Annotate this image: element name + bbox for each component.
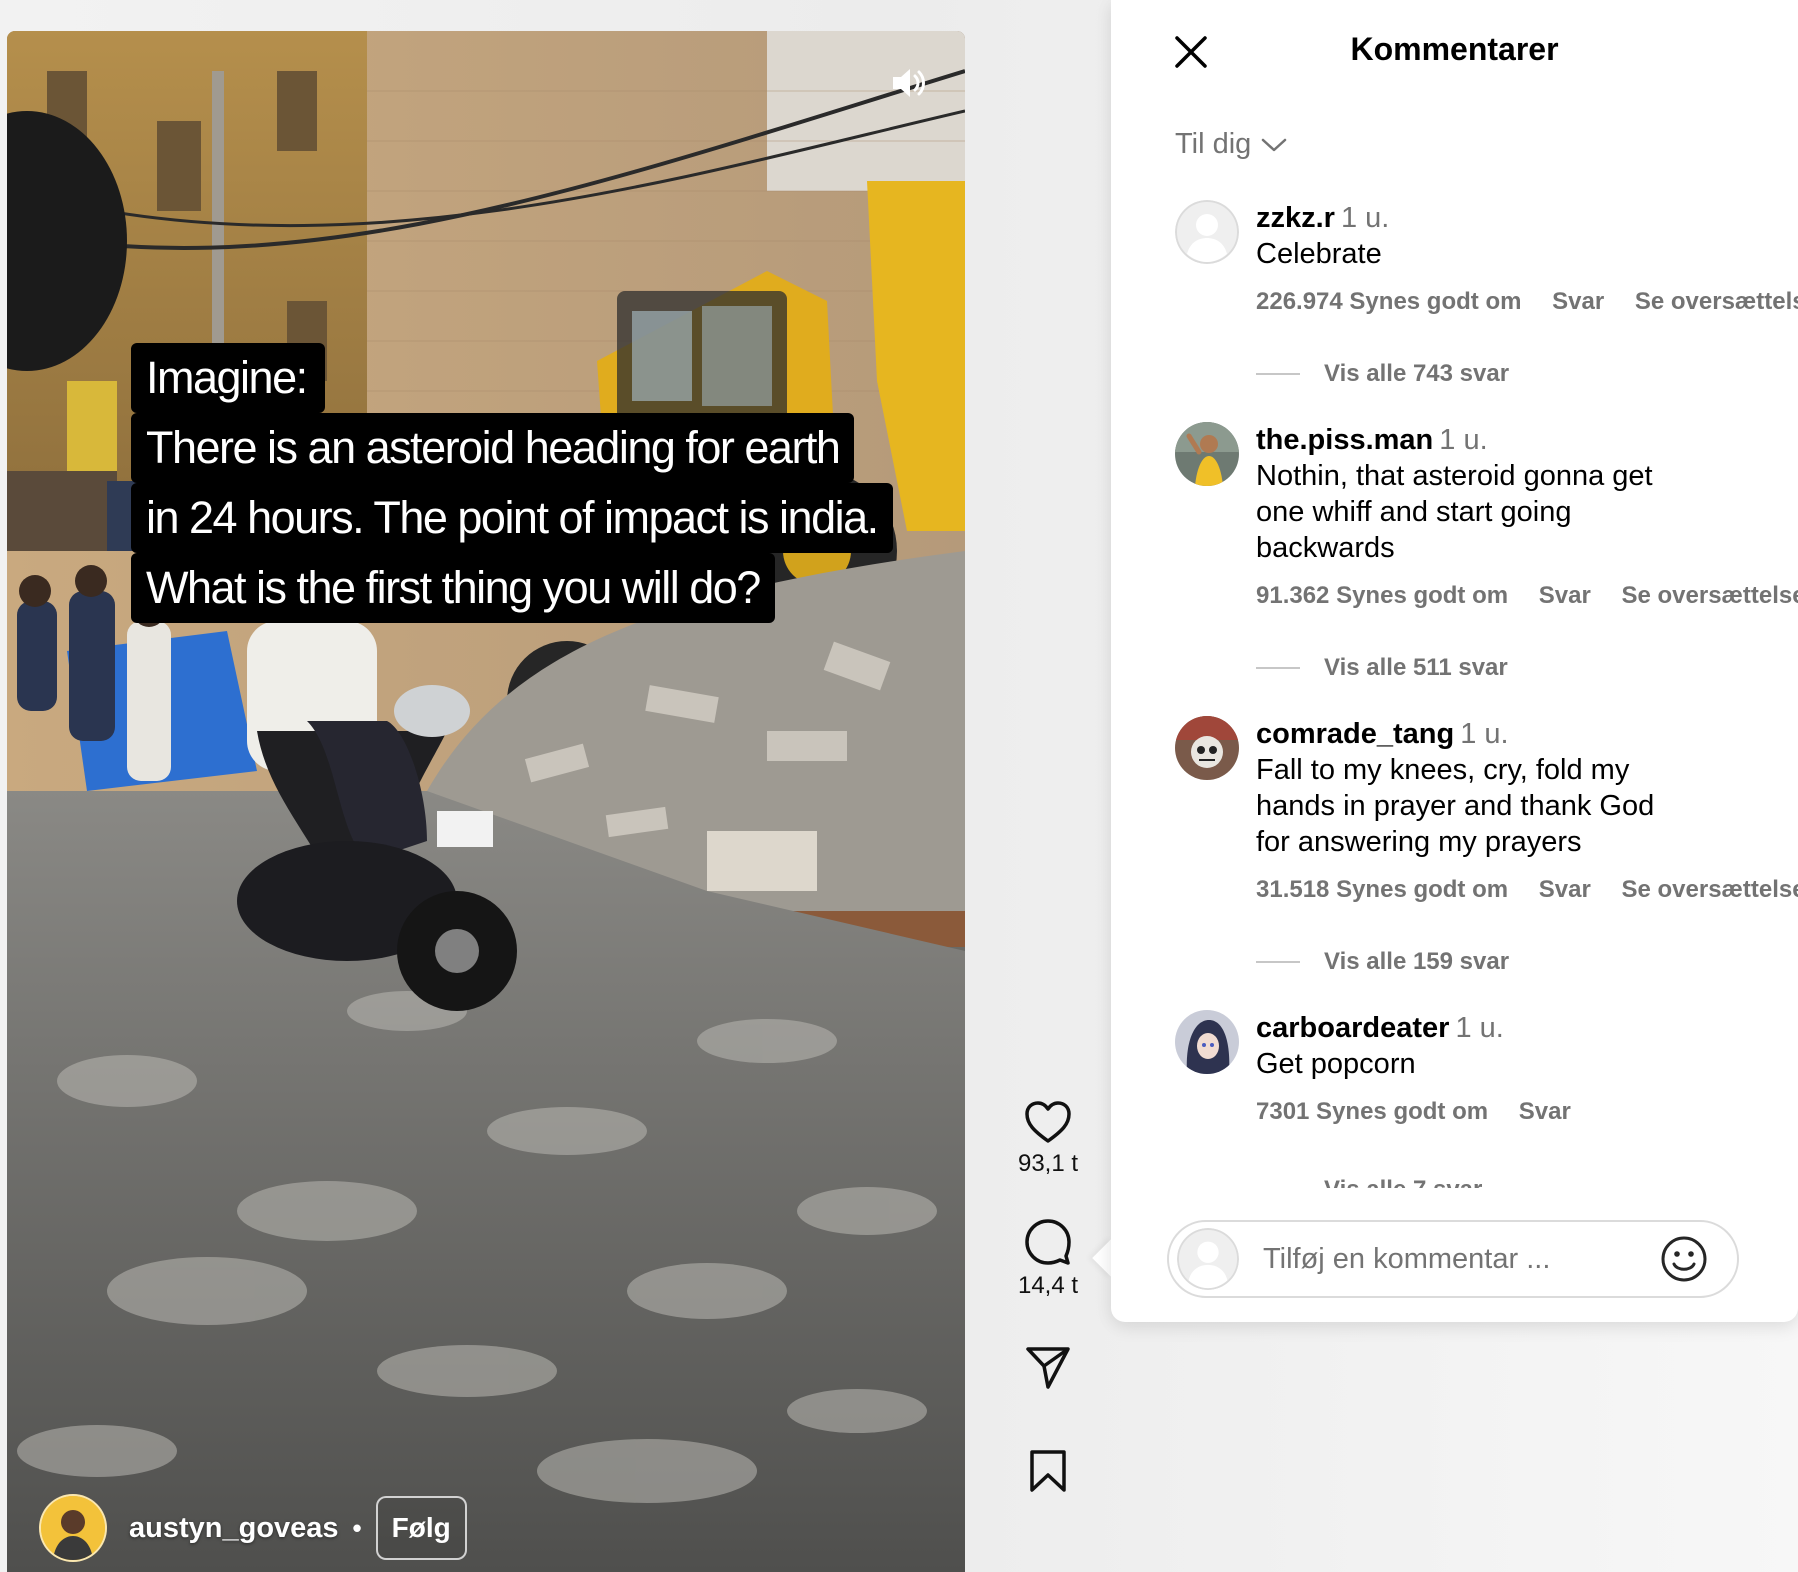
view-replies-label: Vis alle 7 svar (1324, 1176, 1482, 1188)
comment-like-count[interactable]: 226.974 Synes godt om (1256, 288, 1521, 315)
comment-username[interactable]: comrade_tang (1256, 718, 1454, 750)
comment-time: 1 u. (1439, 424, 1488, 456)
comment-time: 1 u. (1460, 718, 1509, 750)
comment-like-count[interactable]: 7301 Synes godt om (1256, 1098, 1488, 1125)
current-user-avatar (1177, 1228, 1239, 1290)
reels-page: Imagine: There is an asteroid heading fo… (0, 0, 1798, 1572)
comment-text: Celebrate (1256, 238, 1382, 270)
comment-header: carboardeater 1 u. (1256, 1010, 1696, 1046)
comment-body: carboardeater 1 u. Get popcorn 7301 Synes… (1256, 1010, 1696, 1126)
view-replies-label: Vis alle 511 svar (1324, 654, 1508, 681)
translate-button[interactable]: Se oversættelse (1621, 876, 1798, 903)
comment-meta: 7301 Synes godt om Svar (1256, 1098, 1696, 1126)
sort-label: Til dig (1175, 128, 1252, 160)
reply-button[interactable]: Svar (1552, 288, 1604, 315)
comments-list: zzkz.r 1 u. Celebrate 226.974 Synes godt … (1111, 200, 1798, 1188)
save-action[interactable] (1000, 1448, 1096, 1494)
view-replies-label: Vis alle 159 svar (1324, 948, 1510, 975)
video-caption: Imagine: There is an asteroid heading fo… (131, 343, 893, 623)
caption-line: What is the first thing you will do? (131, 553, 775, 623)
video-frame (7, 31, 965, 1572)
reply-button[interactable]: Svar (1539, 876, 1591, 903)
avatar-image (1175, 716, 1239, 780)
comment-header: the.piss.man 1 u. (1256, 422, 1696, 458)
comment-username[interactable]: carboardeater (1256, 1012, 1449, 1044)
translate-button[interactable]: Se oversættelse (1635, 288, 1798, 315)
translate-button[interactable]: Se oversættelse (1621, 582, 1798, 609)
reply-button[interactable]: Svar (1539, 582, 1591, 609)
caption-line: There is an asteroid heading for earth (131, 413, 855, 483)
comment-composer (1167, 1220, 1739, 1298)
sort-dropdown[interactable]: Til dig (1175, 128, 1287, 161)
comment-username[interactable]: zzkz.r (1256, 202, 1335, 234)
comment-like-count[interactable]: 91.362 Synes godt om (1256, 582, 1508, 609)
comment-meta: 31.518 Synes godt om Svar Se oversættels… (1256, 876, 1798, 904)
follow-button[interactable]: Følg (375, 1496, 467, 1560)
comment-input[interactable] (1261, 1241, 1645, 1277)
comment-header: comrade_tang 1 u. (1256, 716, 1696, 752)
comment-like-count[interactable]: 31.518 Synes godt om (1256, 876, 1508, 903)
comment-body: the.piss.man 1 u. Nothin, that asteroid g… (1256, 422, 1798, 610)
comment-count: 14,4 t (1017, 1272, 1079, 1299)
reel-author: austyn_goveas • Følg (39, 1492, 467, 1564)
chevron-down-icon (1262, 138, 1287, 151)
comment-text: Get popcorn (1256, 1048, 1416, 1080)
reply-button[interactable]: Svar (1519, 1098, 1571, 1125)
replies-divider (1256, 961, 1300, 963)
comment-icon (1025, 1219, 1071, 1265)
view-replies-button[interactable]: Vis alle 743 svar (1256, 360, 1509, 388)
comment-meta: 91.362 Synes godt om Svar Se oversættels… (1256, 582, 1798, 610)
replies-divider (1256, 373, 1300, 375)
author-avatar[interactable] (39, 1494, 107, 1562)
comments-panel: Kommentarer Til dig zzkz.r 1 u. Celebrat… (1111, 0, 1798, 1322)
view-replies-button[interactable]: Vis alle 7 svar (1256, 1176, 1482, 1188)
comment-time: 1 u. (1455, 1012, 1504, 1044)
reel-video[interactable]: Imagine: There is an asteroid heading fo… (7, 31, 965, 1572)
avatar-image (1175, 1010, 1239, 1074)
emoji-icon[interactable] (1659, 1234, 1709, 1284)
speaker-icon (893, 69, 925, 97)
author-username[interactable]: austyn_goveas (129, 1512, 339, 1545)
share-icon (1026, 1347, 1070, 1389)
like-action[interactable]: 93,1 t (1000, 1100, 1096, 1178)
action-rail: 93,1 t 14,4 t (1000, 1100, 1096, 1494)
panel-title: Kommentarer (1350, 31, 1559, 67)
author-avatar-image (41, 1496, 105, 1560)
caption-line: Imagine: (131, 343, 325, 413)
comment-action[interactable]: 14,4 t (1000, 1218, 1096, 1300)
like-count: 93,1 t (1017, 1150, 1079, 1177)
author-separator: • (352, 1512, 362, 1543)
comment-username[interactable]: the.piss.man (1256, 424, 1433, 456)
commenter-avatar[interactable] (1175, 716, 1239, 780)
comment-text: Fall to my knees, cry, fold my hands in … (1256, 754, 1655, 858)
comment-header: zzkz.r 1 u. (1256, 200, 1696, 236)
replies-divider (1256, 667, 1300, 669)
commenter-avatar[interactable] (1175, 200, 1239, 264)
commenter-avatar[interactable] (1175, 1010, 1239, 1074)
sound-button[interactable] (883, 59, 931, 107)
default-avatar-icon (1177, 1228, 1239, 1290)
view-replies-button[interactable]: Vis alle 511 svar (1256, 654, 1508, 682)
avatar-image (1175, 422, 1239, 486)
comment-body: zzkz.r 1 u. Celebrate 226.974 Synes godt … (1256, 200, 1798, 316)
bookmark-icon (1030, 1450, 1066, 1492)
view-replies-button[interactable]: Vis alle 159 svar (1256, 948, 1509, 976)
comment-text: Nothin, that asteroid gonna get one whif… (1256, 460, 1653, 564)
comment-time: 1 u. (1340, 202, 1390, 234)
share-action[interactable] (1000, 1344, 1096, 1390)
comment-meta: 226.974 Synes godt om Svar Se oversættel… (1256, 288, 1798, 316)
caption-line: in 24 hours. The point of impact is indi… (131, 483, 893, 553)
commenter-avatar[interactable] (1175, 422, 1239, 486)
comment-body: comrade_tang 1 u. Fall to my knees, cry, … (1256, 716, 1798, 904)
heart-icon (1025, 1101, 1071, 1143)
view-replies-label: Vis alle 743 svar (1324, 360, 1510, 387)
default-avatar-icon (1175, 200, 1239, 264)
